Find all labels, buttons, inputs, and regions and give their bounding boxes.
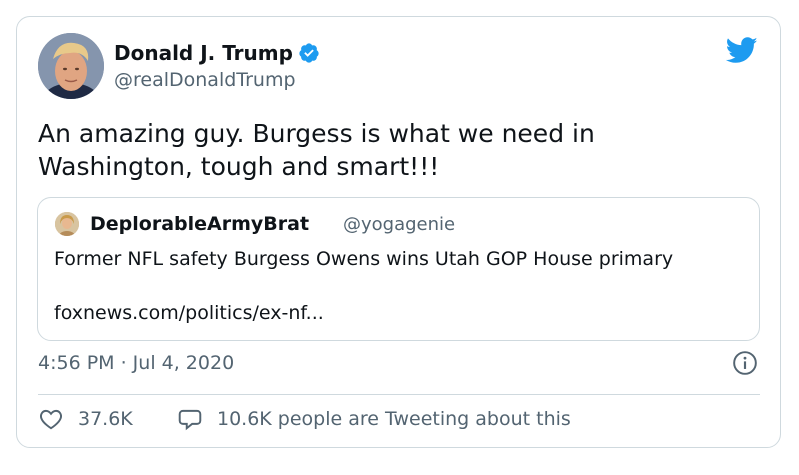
twitter-bird-icon[interactable] xyxy=(726,37,758,64)
tweet-timestamp[interactable]: 4:56 PM · Jul 4, 2020 xyxy=(38,352,234,374)
tweeting-button[interactable]: 10.6K people are Tweeting about this xyxy=(177,406,571,432)
quoted-tweet-link[interactable]: foxnews.com/politics/ex-nf... xyxy=(54,302,324,324)
divider xyxy=(38,394,760,395)
quoted-author-avatar[interactable] xyxy=(55,212,79,236)
quoted-author-name[interactable]: DeplorableArmyBrat xyxy=(90,213,309,235)
author-handle[interactable]: @realDonaldTrump xyxy=(114,69,296,91)
author-avatar[interactable] xyxy=(38,33,104,99)
info-icon[interactable] xyxy=(732,350,758,376)
author-name-row[interactable]: Donald J. Trump xyxy=(114,41,320,65)
heart-icon xyxy=(40,409,62,430)
verified-icon xyxy=(299,43,319,63)
tweet-text: An amazing guy. Burgess is what we need … xyxy=(38,117,758,183)
quoted-tweet[interactable]: DeplorableArmyBrat @yogagenie Former NFL… xyxy=(37,197,760,341)
quoted-author-handle[interactable]: @yogagenie xyxy=(343,214,455,235)
reply-bubble-icon xyxy=(178,409,202,431)
tweet-text-line-2: Washington, tough and smart!!! xyxy=(38,152,440,181)
tweet-card[interactable]: Donald J. Trump @realDonaldTrump An amaz… xyxy=(16,16,781,448)
tweeting-count: 10.6K people are Tweeting about this xyxy=(217,408,571,430)
like-button[interactable]: 37.6K xyxy=(38,406,133,432)
like-count: 37.6K xyxy=(78,408,133,430)
author-name[interactable]: Donald J. Trump xyxy=(114,41,293,65)
tweet-text-line-1: An amazing guy. Burgess is what we need … xyxy=(38,119,595,148)
quoted-tweet-text: Former NFL safety Burgess Owens wins Uta… xyxy=(54,248,674,270)
